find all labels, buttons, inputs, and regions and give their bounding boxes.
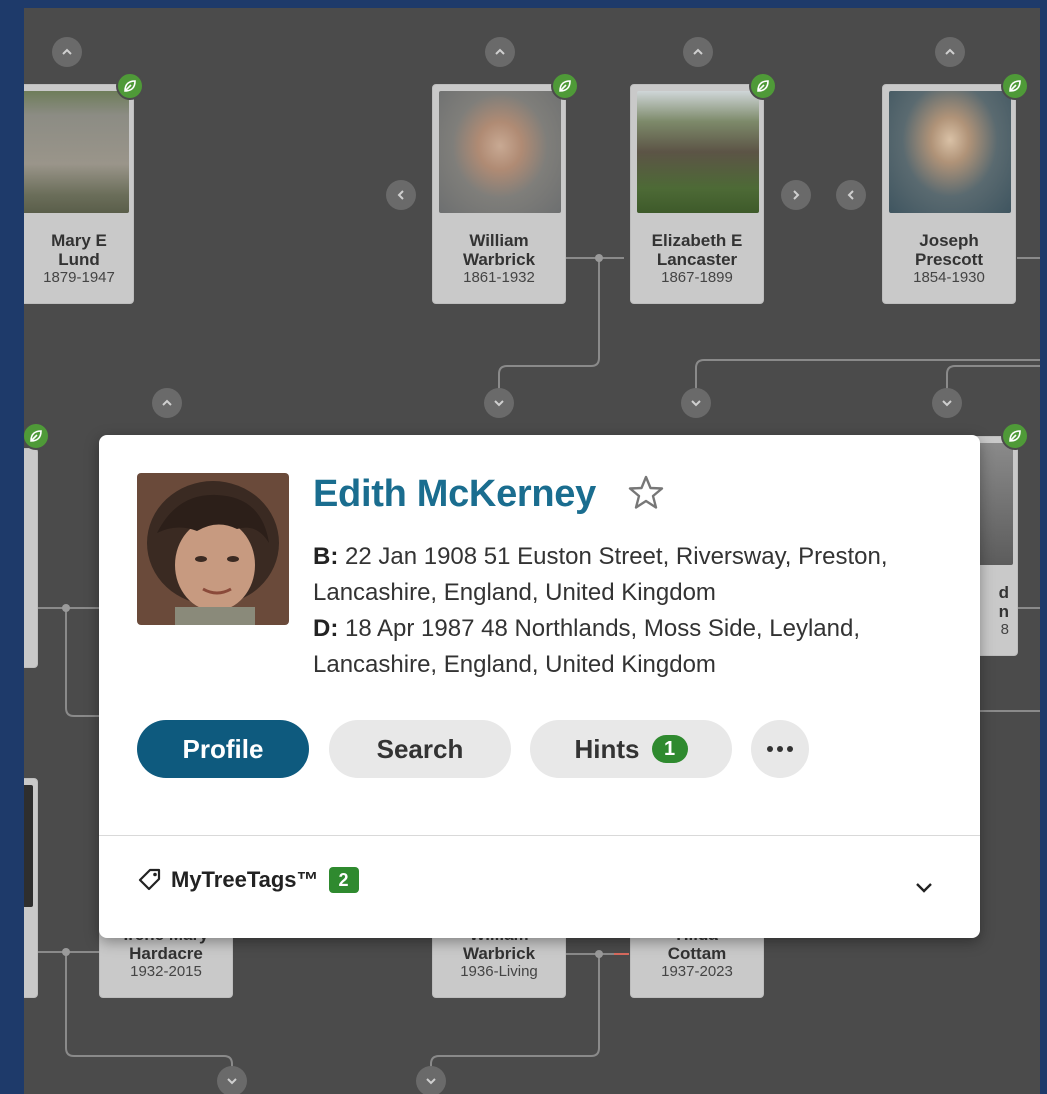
mytreetags-label: MyTreeTags™ (171, 867, 319, 892)
leaf-icon[interactable] (116, 72, 144, 100)
person-name: Elizabeth E Lancaster (651, 231, 743, 269)
person-card-joseph[interactable]: Joseph Prescott 1854-1930 (882, 84, 1016, 304)
person-facts: B: 22 Jan 1908 51 Euston Street, Riversw… (313, 539, 963, 683)
person-photo (24, 785, 33, 907)
birth-label: B: (313, 543, 339, 570)
person-name: Mary E Lund (51, 231, 107, 269)
leaf-icon[interactable] (1001, 72, 1029, 100)
person-name[interactable]: Edith McKerney (313, 473, 596, 516)
chevron-up-icon[interactable] (485, 37, 515, 67)
mytreetags-count-badge: 2 (328, 867, 359, 893)
chevron-left-icon[interactable] (836, 180, 866, 210)
hints-count-badge: 1 (651, 735, 688, 763)
person-popover: Edith McKerney B: 22 Jan 1908 51 Euston … (99, 435, 980, 938)
person-photo (24, 91, 129, 213)
chevron-up-icon[interactable] (935, 37, 965, 67)
hints-button-label: Hints (574, 733, 640, 764)
person-dates: 1937-2023 (661, 963, 733, 980)
chevron-down-icon[interactable] (912, 875, 936, 899)
person-photo (439, 91, 561, 213)
person-dates: 1932-2015 (130, 963, 202, 980)
person-dates: 1861-1932 (463, 269, 535, 286)
person-dates: 1936-Living (460, 963, 538, 980)
chevron-down-icon[interactable] (681, 388, 711, 418)
person-card-william-1861[interactable]: William Warbrick 1861-1932 (432, 84, 566, 304)
chevron-down-icon[interactable] (932, 388, 962, 418)
leaf-icon[interactable] (551, 72, 579, 100)
person-name: William Warbrick (462, 231, 536, 269)
more-icon (767, 746, 793, 752)
profile-button-label: Profile (182, 733, 264, 764)
chevron-left-icon[interactable] (386, 180, 416, 210)
mytreetags-toggle[interactable]: MyTreeTags™ 2 (137, 867, 359, 893)
search-button[interactable]: Search (329, 720, 511, 778)
star-icon[interactable] (626, 473, 666, 513)
person-card-elizabeth[interactable]: Elizabeth E Lancaster 1867-1899 (630, 84, 764, 304)
chevron-down-icon[interactable] (217, 1066, 247, 1094)
person-card-mary[interactable]: Mary E Lund 1879-1947 (24, 84, 134, 304)
person-card-left-bottom[interactable] (24, 778, 38, 998)
death-label: D: (313, 615, 339, 642)
birth-fact: B: 22 Jan 1908 51 Euston Street, Riversw… (313, 539, 963, 611)
person-photo (889, 91, 1011, 213)
chevron-down-icon[interactable] (484, 388, 514, 418)
leaf-icon[interactable] (749, 72, 777, 100)
person-dates: 1867-1899 (661, 269, 733, 286)
death-text: 18 Apr 1987 48 Northlands, Moss Side, Le… (313, 615, 860, 678)
hints-button[interactable]: Hints 1 (530, 720, 732, 778)
person-name: Joseph Prescott (914, 231, 984, 269)
person-dates: 1879-1947 (43, 269, 115, 286)
divider (99, 835, 980, 836)
more-options-button[interactable] (751, 720, 809, 778)
death-fact: D: 18 Apr 1987 48 Northlands, Moss Side,… (313, 611, 963, 683)
chevron-down-icon[interactable] (416, 1066, 446, 1094)
person-photo (137, 473, 289, 625)
person-photo (637, 91, 759, 213)
person-card-left-partial[interactable] (24, 448, 38, 668)
chevron-up-icon[interactable] (52, 37, 82, 67)
chevron-right-icon[interactable] (781, 180, 811, 210)
profile-button[interactable]: Profile (137, 720, 309, 778)
person-dates: 1854-1930 (913, 269, 985, 286)
tag-icon (138, 868, 161, 891)
birth-text: 22 Jan 1908 51 Euston Street, Riversway,… (313, 543, 888, 606)
search-button-label: Search (376, 733, 464, 764)
chevron-up-icon[interactable] (683, 37, 713, 67)
chevron-up-icon[interactable] (152, 388, 182, 418)
leaf-icon[interactable] (1001, 422, 1029, 450)
